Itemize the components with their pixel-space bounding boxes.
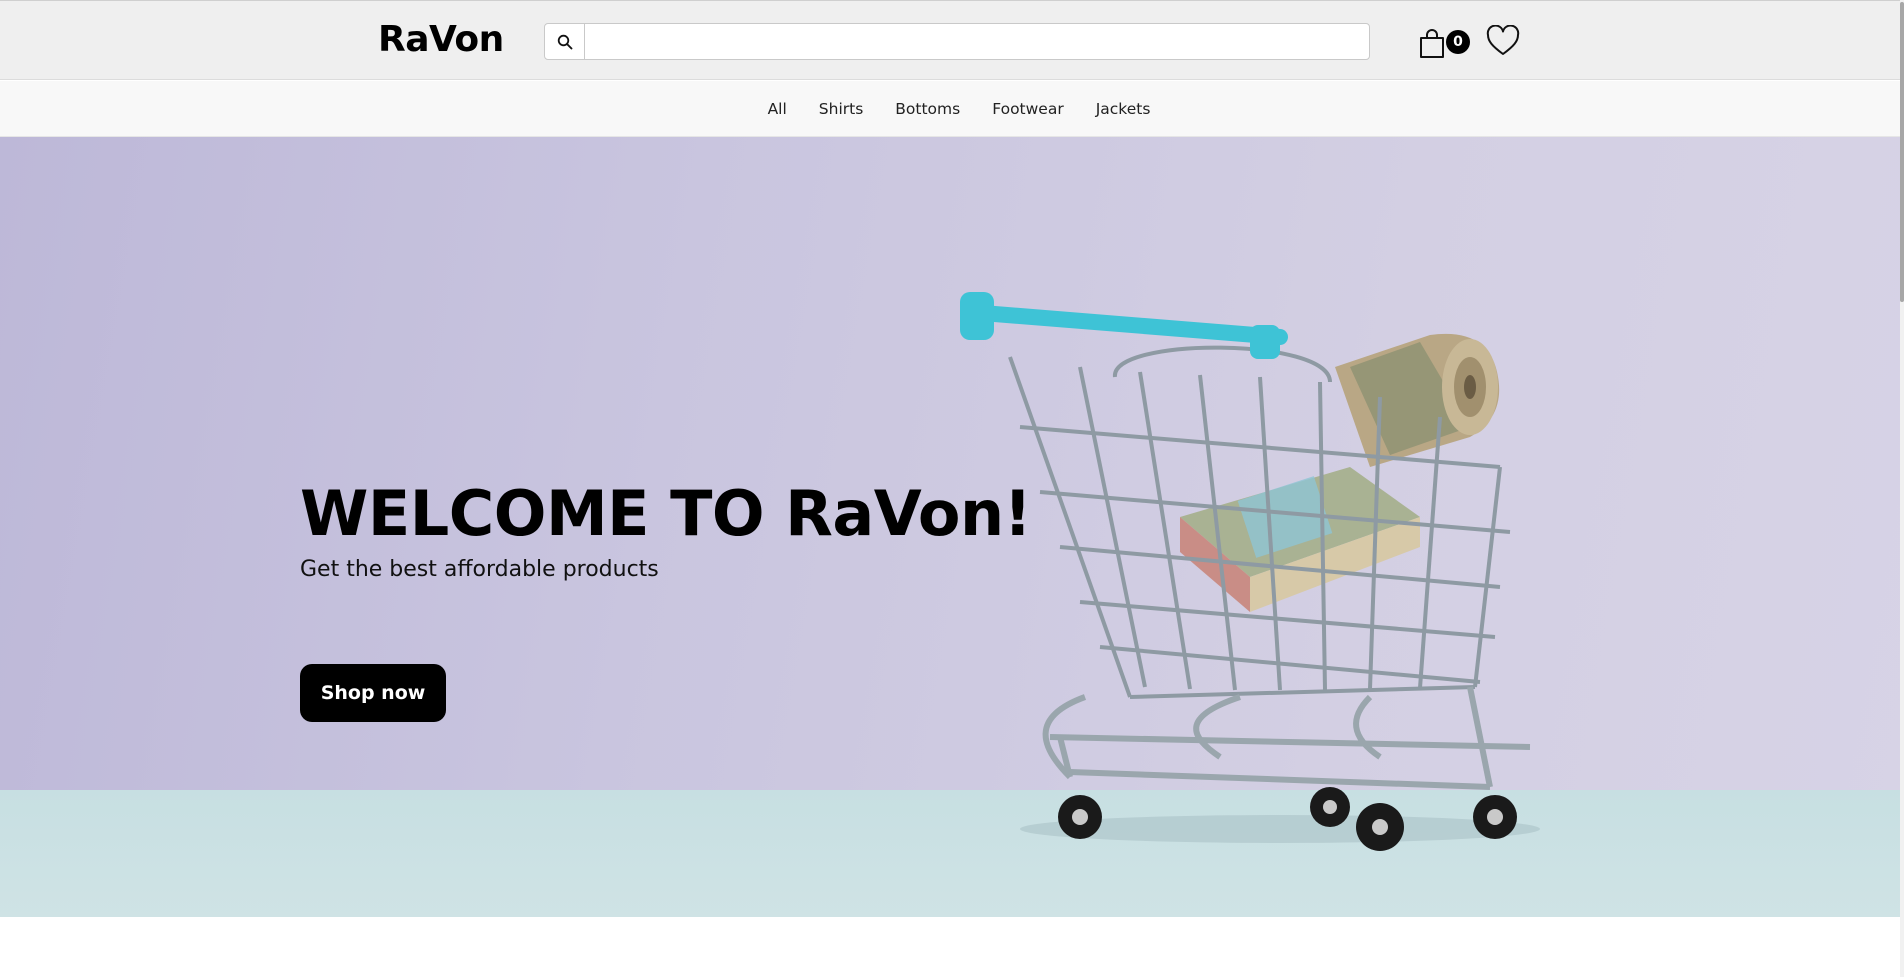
category-shirts[interactable]: Shirts: [803, 100, 880, 118]
category-footwear[interactable]: Footwear: [976, 100, 1080, 118]
category-jackets[interactable]: Jackets: [1080, 100, 1167, 118]
money-roll: [1335, 333, 1500, 467]
search-icon: [557, 34, 572, 49]
hero-title: WELCOME TO RaVon!: [300, 477, 1032, 550]
shopping-bag-icon: [1420, 29, 1444, 58]
scrollbar-thumb[interactable]: [1900, 2, 1904, 302]
category-all[interactable]: All: [752, 100, 803, 118]
top-header: RaVon 0: [0, 0, 1900, 80]
hero-subtitle: Get the best affordable products: [300, 557, 659, 582]
hero-banner: WELCOME TO RaVon! Get the best affordabl…: [0, 137, 1900, 917]
shop-now-button[interactable]: Shop now: [300, 664, 446, 722]
category-list: All Shirts Bottoms Footwear Jackets: [734, 100, 1167, 118]
cart-frame: [1042, 686, 1531, 790]
site-logo[interactable]: RaVon: [378, 19, 504, 60]
cart-count-badge: 0: [1446, 30, 1470, 54]
page-scrollbar[interactable]: [1900, 0, 1904, 977]
wishlist-button[interactable]: [1486, 24, 1520, 57]
category-bottoms[interactable]: Bottoms: [879, 100, 976, 118]
heart-icon: [1486, 24, 1520, 55]
category-nav: All Shirts Bottoms Footwear Jackets: [0, 81, 1900, 137]
search-input[interactable]: [585, 24, 1369, 59]
page: RaVon 0 All Shirts Bottoms Footwear Jack…: [0, 0, 1904, 977]
search-bar: [544, 23, 1370, 60]
cart-button[interactable]: 0: [1418, 26, 1472, 60]
shopping-cart-with-money-photo: [960, 292, 1540, 851]
money-stack: [1180, 467, 1420, 612]
search-button[interactable]: [545, 24, 585, 59]
